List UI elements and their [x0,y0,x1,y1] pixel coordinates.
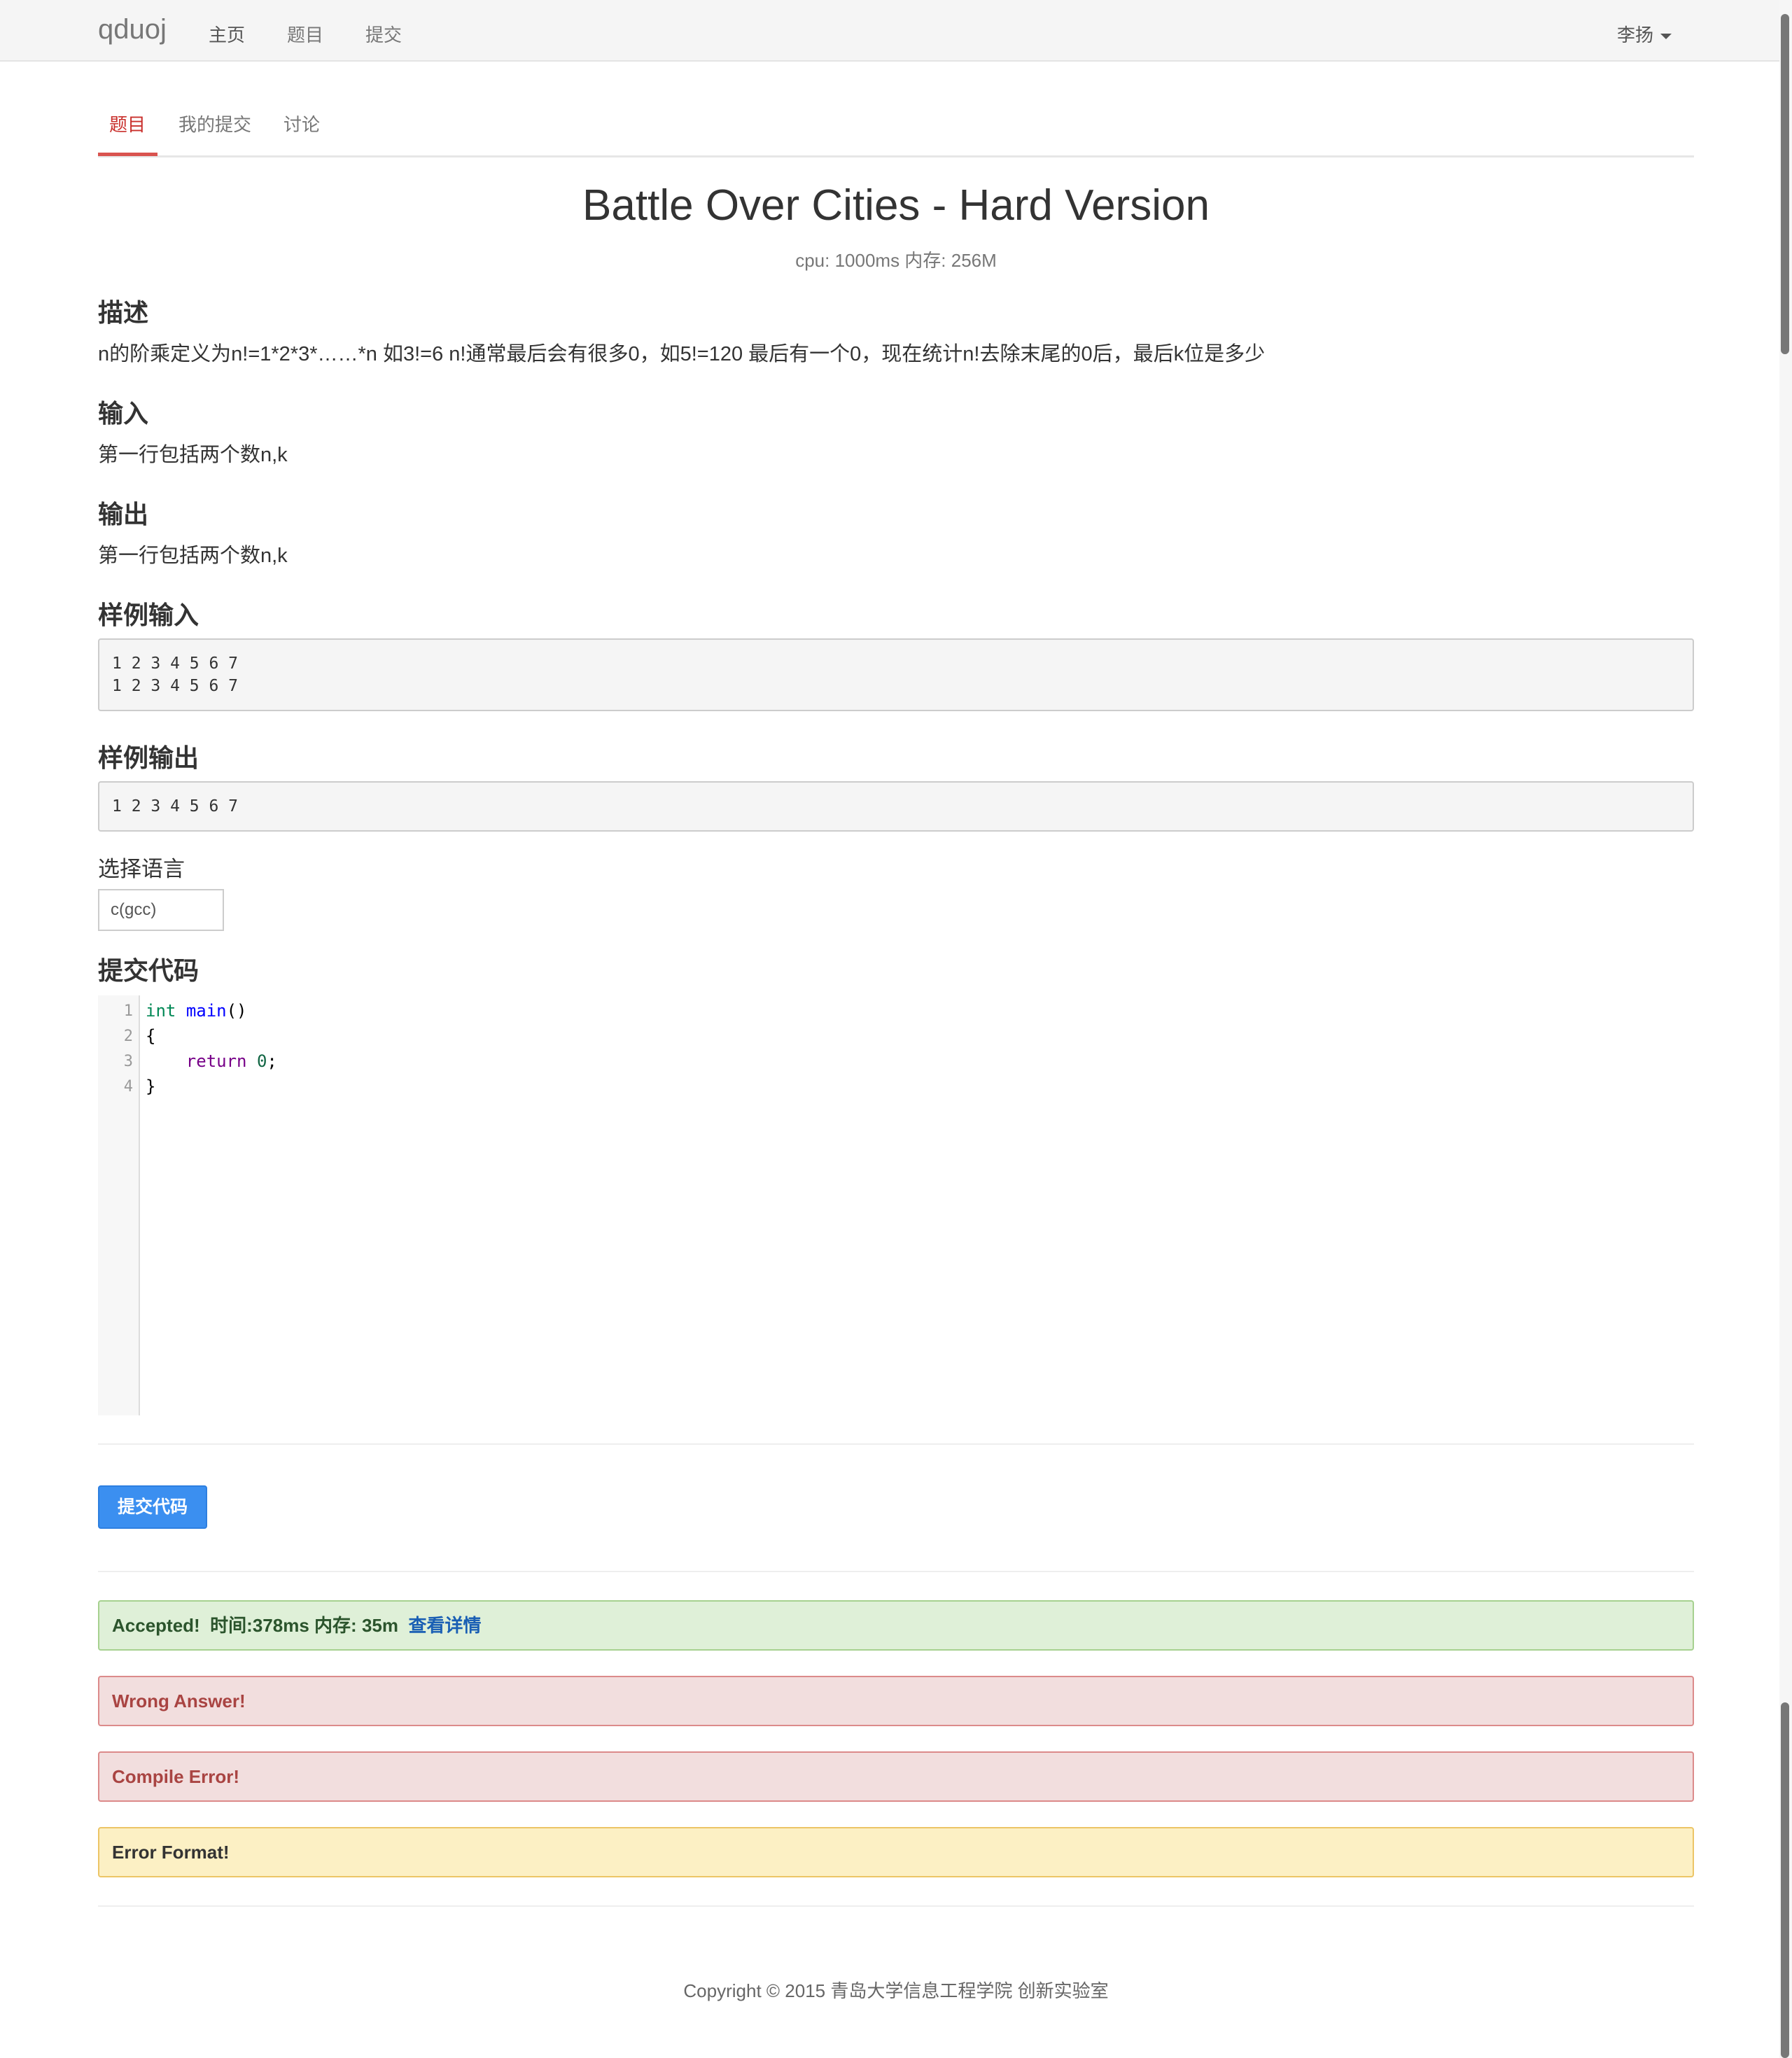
line-number: 3 [123,1053,133,1070]
divider [98,1571,1694,1572]
nav-home[interactable]: 主页 [209,21,245,47]
problem-limits: cpu: 1000ms 内存: 256M [795,250,997,271]
code-token-return: return [186,1051,247,1071]
code-token-number: 0 [256,1051,267,1071]
code-line: } [146,1077,155,1096]
user-menu[interactable]: 李扬 [1617,21,1672,47]
submit-code-button[interactable]: 提交代码 [98,1485,207,1529]
code-heading: 提交代码 [98,956,200,985]
code-token-parens: () [226,1001,247,1021]
sample-input-box: 1 2 3 4 5 6 7 1 2 3 4 5 6 7 [98,638,1694,711]
sample-output-box: 1 2 3 4 5 6 7 [98,781,1694,832]
nav-problems[interactable]: 题目 [287,21,323,47]
caret-down-icon [1660,34,1672,40]
line-number: 4 [123,1078,133,1096]
result-time-label: 时间: [210,1615,253,1636]
language-select[interactable]: c(gcc) [98,889,224,931]
result-time: 378ms [252,1615,309,1636]
scrollbar-thumb-secondary[interactable] [1781,1702,1789,2058]
output-heading: 输出 [98,500,149,528]
result-status: Accepted! [112,1615,200,1636]
input-heading: 输入 [98,399,149,428]
result-memory-label: 内存: [314,1615,357,1636]
result-compile-error-alert: Compile Error! [98,1751,1694,1802]
navbar: qduoj 主页 题目 提交 李扬 [0,0,1779,62]
divider [98,1905,1694,1907]
active-tab-indicator [98,153,158,156]
code-token-func: main [186,1001,227,1021]
view-details-link[interactable]: 查看详情 [408,1615,481,1636]
code-line: int main() [146,1001,247,1021]
tabs-divider [98,155,1694,158]
line-number: 2 [123,1028,133,1045]
line-number: 1 [123,1002,133,1020]
problem-title: Battle Over Cities - Hard Version [582,181,1210,230]
code-line: return 0; [146,1051,277,1071]
output-text: 第一行包括两个数n,k [98,545,288,567]
tab-problem[interactable]: 题目 [109,111,146,136]
code-editor[interactable]: 1 2 3 4 int main() { return 0; } [98,995,1694,1415]
code-token-brace-open: { [146,1026,156,1046]
sample-input-heading: 样例输入 [98,601,200,629]
line-number-gutter: 1 2 3 4 [98,995,140,1415]
tab-discussion[interactable]: 讨论 [284,111,320,136]
input-text: 第一行包括两个数n,k [98,444,288,466]
description-text: n的阶乘定义为n!=1*2*3*……*n 如3!=6 n!通常最后会有很多0，如… [98,343,1266,365]
description-heading: 描述 [98,298,149,327]
nav-submissions[interactable]: 提交 [365,21,402,47]
language-label: 选择语言 [98,857,185,881]
sample-output-heading: 样例输出 [98,743,200,772]
result-memory: 35m [361,1615,398,1636]
code-token-semicolon: ; [267,1051,277,1071]
code-line: { [146,1026,155,1046]
code-token-brace-close: } [146,1077,156,1096]
result-wrong-answer-alert: Wrong Answer! [98,1676,1694,1726]
footer-copyright: Copyright © 2015 青岛大学信息工程学院 创新实验室 [683,1980,1109,2001]
brand-logo[interactable]: qduoj [98,14,167,46]
code-token-type: int [146,1001,176,1021]
user-name: 李扬 [1617,24,1654,46]
result-format-error-alert: Error Format! [98,1827,1694,1877]
divider [98,1443,1694,1445]
result-accepted-alert: Accepted! 时间:378ms 内存: 35m 查看详情 [98,1600,1694,1651]
tab-my-submissions[interactable]: 我的提交 [178,111,251,136]
